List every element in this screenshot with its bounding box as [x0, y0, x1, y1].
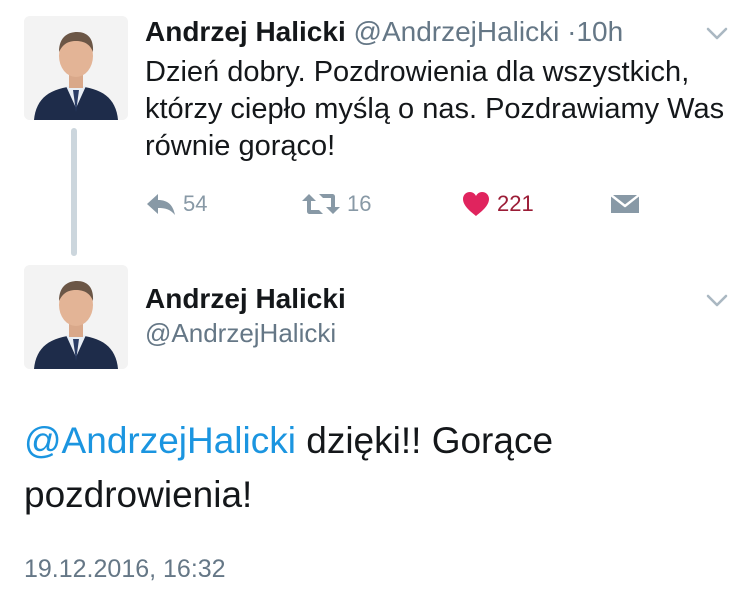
- tweet-timestamp[interactable]: 19.12.2016, 16:32: [24, 552, 226, 586]
- profile-photo: [24, 265, 128, 369]
- tweet-text: Dzień dobry. Pozdrowienia dla wszystkich…: [145, 56, 725, 162]
- reply-icon: [147, 194, 175, 215]
- display-name[interactable]: Andrzej Halicki: [145, 16, 346, 47]
- avatar[interactable]: [24, 265, 128, 369]
- tweet-time[interactable]: 10h: [576, 16, 623, 47]
- heart-icon: [463, 192, 489, 216]
- direct-message-icon: [610, 194, 640, 213]
- tweet-actions: 54 16 221: [145, 186, 705, 222]
- profile-photo: [24, 16, 128, 120]
- avatar[interactable]: [24, 16, 128, 120]
- chevron-down-icon[interactable]: [704, 287, 730, 313]
- tweet-text: @AndrzejHalicki dzięki!! Gorące pozdrowi…: [24, 414, 724, 522]
- user-handle[interactable]: @AndrzejHalicki: [354, 16, 560, 47]
- retweet-button[interactable]: 16: [301, 186, 371, 222]
- display-name[interactable]: Andrzej Halicki: [145, 281, 346, 317]
- retweet-count: 16: [347, 191, 372, 216]
- mention-link[interactable]: @AndrzejHalicki: [24, 420, 296, 461]
- retweet-icon: [302, 194, 340, 214]
- tweet-header: Andrzej Halicki @AndrzejHalicki ·10h: [145, 14, 623, 50]
- chevron-down-icon[interactable]: [704, 20, 730, 46]
- user-handle[interactable]: @AndrzejHalicki: [145, 316, 336, 350]
- thread-connector: [71, 128, 77, 256]
- like-count: 221: [497, 191, 534, 216]
- like-button[interactable]: 221: [461, 186, 534, 222]
- direct-message-button[interactable]: [609, 186, 647, 222]
- reply-button[interactable]: 54: [145, 186, 207, 222]
- reply-count: 54: [183, 191, 208, 216]
